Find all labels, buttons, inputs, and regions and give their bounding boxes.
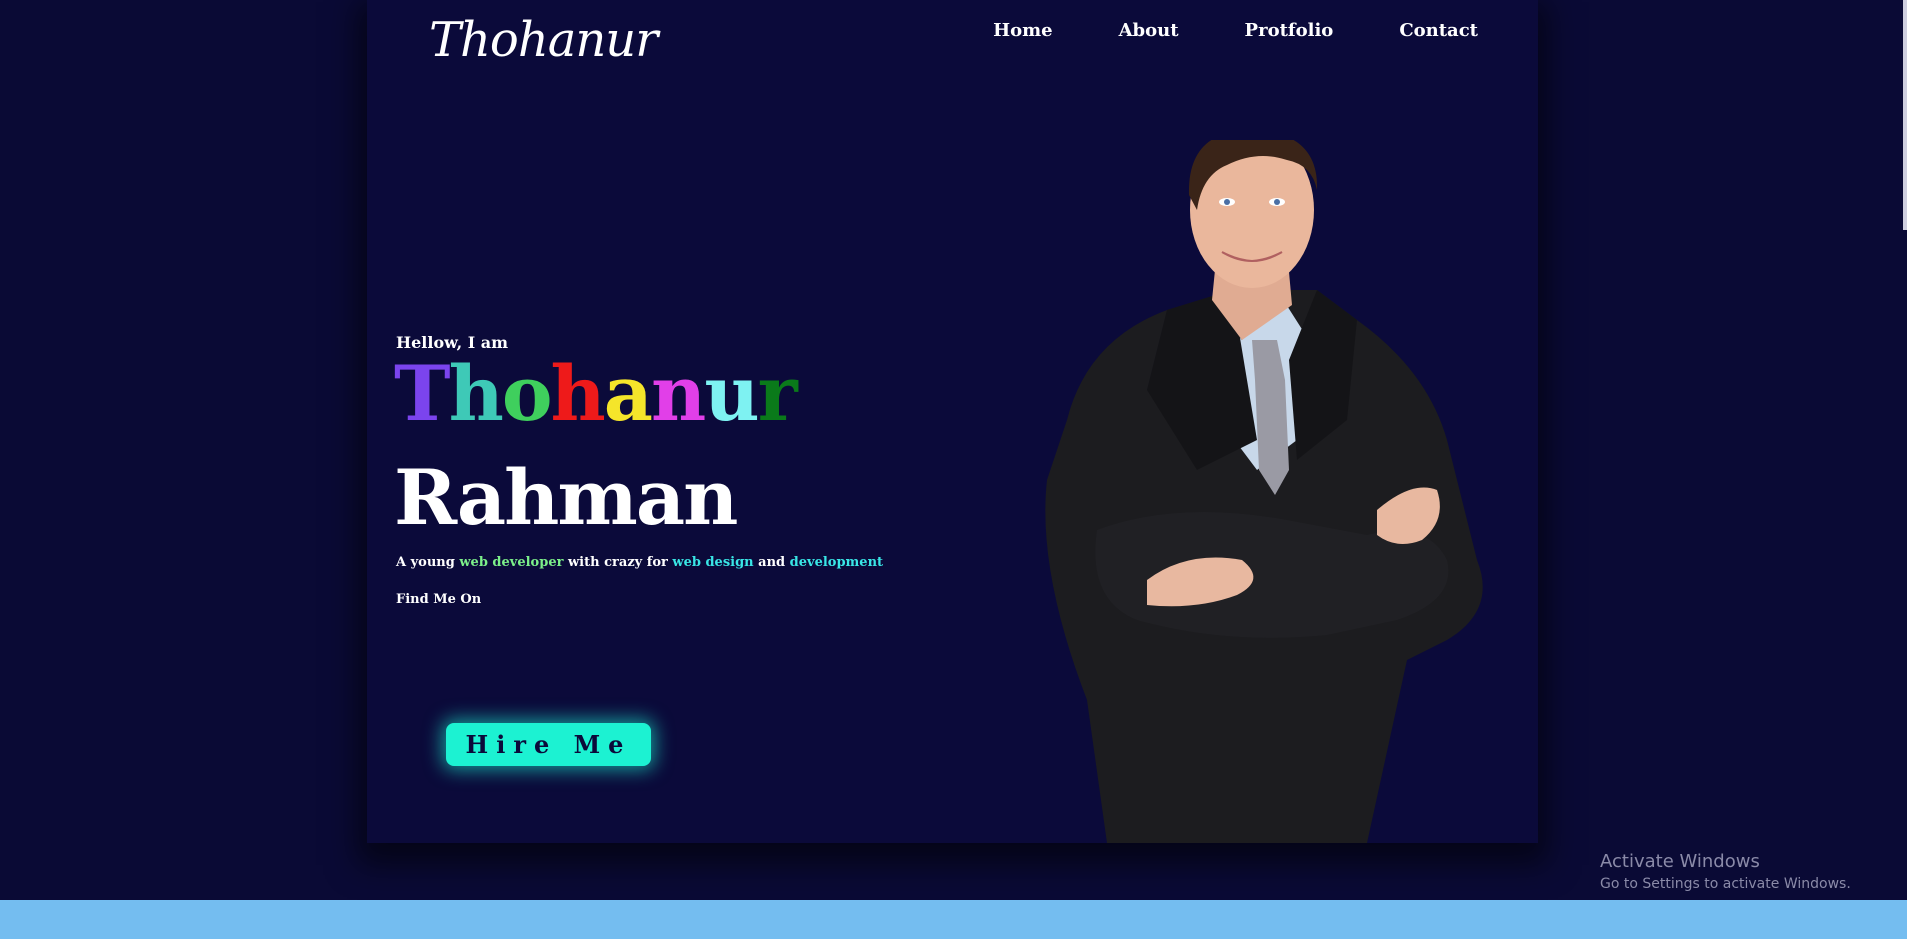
watermark-subtitle: Go to Settings to activate Windows. xyxy=(1600,876,1851,892)
first-name-letter: u xyxy=(704,349,759,438)
main-nav: Home About Protfolio Contact xyxy=(927,20,1478,41)
hero-tagline: A young web developer with crazy for web… xyxy=(396,555,883,570)
first-name-letter: o xyxy=(501,349,553,438)
hero-card: Thohanur Home About Protfolio Contact He… xyxy=(367,0,1538,843)
businessman-photo xyxy=(1045,140,1483,843)
tagline-highlight-development: development xyxy=(789,555,884,570)
first-name-letter: n xyxy=(651,349,706,438)
tagline-text: with crazy for xyxy=(563,555,673,570)
tagline-text: A young xyxy=(396,555,460,570)
hero-last-name: Rahman xyxy=(394,453,738,542)
site-logo[interactable]: Thohanur xyxy=(429,12,658,68)
first-name-letter: a xyxy=(603,349,653,438)
nav-about-link[interactable]: About xyxy=(1119,20,1179,41)
first-name-letter: h xyxy=(448,349,504,438)
nav-contact-link[interactable]: Contact xyxy=(1399,20,1478,41)
nav-home-link[interactable]: Home xyxy=(993,20,1053,41)
hero-first-name: Thohanur xyxy=(394,349,798,438)
nav-portfolio-link[interactable]: Protfolio xyxy=(1245,20,1334,41)
first-name-letter: T xyxy=(394,349,451,438)
activate-windows-watermark: Activate Windows Go to Settings to activ… xyxy=(1600,851,1851,892)
find-me-label: Find Me On xyxy=(396,592,482,607)
tagline-highlight-web-developer: web developer xyxy=(459,555,564,570)
tagline-highlight-web-design: web design xyxy=(672,555,754,570)
watermark-title: Activate Windows xyxy=(1600,851,1760,872)
tagline-text: and xyxy=(753,555,790,570)
scrollbar[interactable] xyxy=(1903,0,1907,230)
hire-me-button[interactable]: Hire Me xyxy=(446,723,651,766)
taskbar xyxy=(0,900,1907,939)
first-name-letter: h xyxy=(550,349,606,438)
first-name-letter: r xyxy=(757,349,798,438)
page: Thohanur Home About Protfolio Contact He… xyxy=(0,0,1907,939)
